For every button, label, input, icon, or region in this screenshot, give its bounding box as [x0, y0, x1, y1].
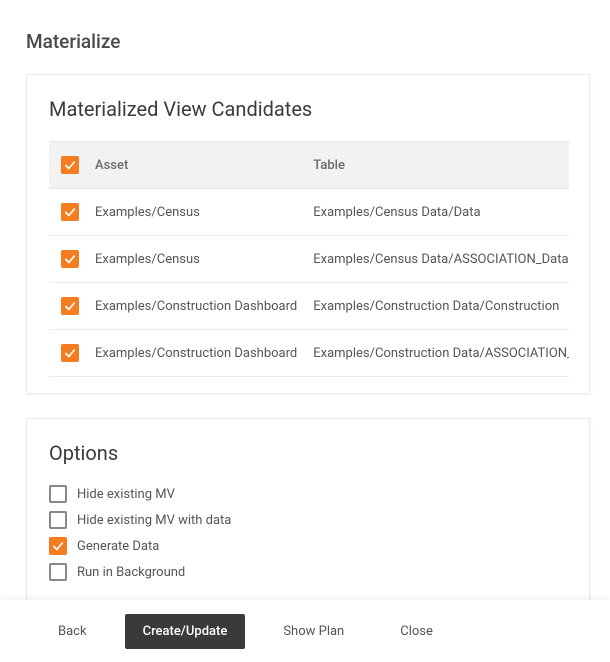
create-update-button[interactable]: Create/Update [125, 614, 246, 649]
option-row: Run in Background [49, 563, 569, 581]
check-icon [63, 158, 77, 172]
candidates-header-row: Asset Table [49, 142, 569, 189]
option-checkbox[interactable] [49, 563, 67, 581]
option-label: Hide existing MV with data [77, 513, 231, 528]
row-asset: Examples/Construction Dashboard [87, 330, 305, 377]
row-asset: Examples/Census [87, 189, 305, 236]
dialog-scroll-area[interactable]: Materialized View Candidates Asset Table [26, 74, 596, 600]
check-icon [51, 539, 65, 553]
option-label: Generate Data [77, 539, 159, 554]
check-icon [63, 205, 77, 219]
row-checkbox[interactable] [61, 250, 79, 268]
materialize-dialog: Materialize Materialized View Candidates… [0, 0, 610, 662]
close-button[interactable]: Close [382, 614, 451, 649]
option-checkbox[interactable] [49, 511, 67, 529]
table-row: Examples/Construction DashboardExamples/… [49, 283, 569, 330]
table-row: Examples/CensusExamples/Census Data/Data [49, 189, 569, 236]
row-checkbox[interactable] [61, 297, 79, 315]
show-plan-button[interactable]: Show Plan [265, 614, 362, 649]
option-checkbox[interactable] [49, 485, 67, 503]
candidates-table-scroll[interactable]: Asset Table Examples/CensusExamples/Cens… [49, 141, 569, 377]
column-asset[interactable]: Asset [87, 142, 305, 189]
row-checkbox[interactable] [61, 203, 79, 221]
candidates-card: Materialized View Candidates Asset Table [26, 74, 590, 394]
button-bar: Back Create/Update Show Plan Close [0, 600, 610, 662]
check-icon [63, 252, 77, 266]
option-label: Hide existing MV [77, 487, 175, 502]
check-icon [63, 346, 77, 360]
row-table: Examples/Construction Data/Construction [305, 283, 569, 330]
check-icon [63, 299, 77, 313]
options-title: Options [49, 441, 569, 465]
row-asset: Examples/Construction Dashboard [87, 283, 305, 330]
table-row: Examples/CensusExamples/Census Data/ASSO… [49, 236, 569, 283]
row-table: Examples/Census Data/Data [305, 189, 569, 236]
column-table[interactable]: Table [305, 142, 569, 189]
dialog-title: Materialize [0, 0, 610, 53]
option-label: Run in Background [77, 565, 185, 580]
option-checkbox[interactable] [49, 537, 67, 555]
candidates-table: Asset Table Examples/CensusExamples/Cens… [49, 141, 569, 377]
candidates-title: Materialized View Candidates [49, 97, 569, 121]
option-row: Generate Data [49, 537, 569, 555]
row-asset: Examples/Census [87, 236, 305, 283]
row-table: Examples/Construction Data/ASSOCIATION_C… [305, 330, 569, 377]
row-table: Examples/Census Data/ASSOCIATION_Data [305, 236, 569, 283]
row-checkbox[interactable] [61, 344, 79, 362]
back-button[interactable]: Back [40, 614, 105, 649]
option-row: Hide existing MV with data [49, 511, 569, 529]
select-all-checkbox[interactable] [61, 156, 79, 174]
option-row: Hide existing MV [49, 485, 569, 503]
table-row: Examples/Construction DashboardExamples/… [49, 330, 569, 377]
options-card: Options Hide existing MV Hide existing MV… [26, 418, 590, 600]
